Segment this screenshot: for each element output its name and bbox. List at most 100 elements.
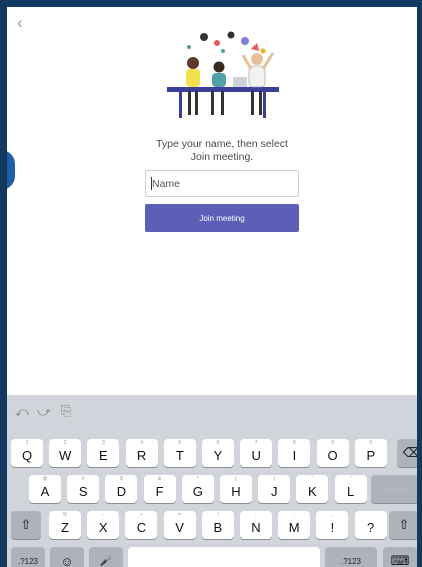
side-tab[interactable] — [7, 150, 15, 190]
key-n[interactable]: ; N — [240, 511, 272, 539]
key-label: P — [366, 448, 376, 463]
key-q[interactable]: 1Q — [11, 439, 43, 467]
key-l[interactable]: " L — [334, 475, 367, 503]
key-secondary-label: & — [157, 476, 162, 482]
emoji-icon: ☺ — [60, 553, 74, 567]
key-label: ? — [366, 520, 375, 535]
key-f[interactable]: & F — [143, 475, 176, 503]
key-secondary-label: 4 — [140, 440, 143, 446]
key-u[interactable]: 7U — [240, 439, 273, 467]
key-label: O — [327, 448, 338, 463]
key-secondary-label: ' — [311, 476, 313, 482]
key-secondary-label: . — [369, 512, 372, 518]
key-secondary-label: 8 — [293, 440, 296, 446]
backspace-key[interactable]: ⌫ — [397, 439, 417, 467]
backspace-icon: ⌫ — [402, 445, 417, 460]
key-label: W — [59, 448, 72, 463]
key-label: X — [98, 520, 108, 535]
name-input[interactable] — [145, 170, 299, 197]
key-secondary-label: ( — [235, 476, 237, 482]
key-o[interactable]: 9O — [316, 439, 349, 467]
key-label: C — [136, 520, 147, 535]
key-t[interactable]: 5T — [163, 439, 196, 467]
shift-key-right[interactable]: ⇧ — [389, 511, 417, 539]
key-c[interactable]: + C — [125, 511, 158, 539]
key-r[interactable]: 4R — [125, 439, 158, 467]
join-meeting-button[interactable]: Join meeting — [145, 204, 299, 232]
key-label: K — [308, 484, 317, 499]
key-question[interactable]: .? — [354, 511, 387, 539]
keyboard-dismiss-key[interactable]: ⌨ — [383, 547, 417, 567]
shift-key-left[interactable]: ⇧ — [11, 511, 41, 539]
key-j[interactable]: ) J — [258, 475, 291, 503]
key-p[interactable]: 0P — [354, 439, 387, 467]
join-instructions: Type your name, then select Join meeting… — [112, 138, 332, 164]
key-e[interactable]: 3E — [87, 439, 120, 467]
key-secondary-label: = — [178, 512, 182, 518]
key-label: U — [251, 448, 261, 463]
key-v[interactable]: = V — [163, 511, 196, 539]
emoji-key[interactable]: ☺ — [50, 547, 84, 567]
key-label: H — [231, 484, 241, 499]
numbers-key-left[interactable]: .?123 — [11, 547, 45, 567]
key-label: R — [136, 448, 147, 463]
key-a[interactable]: @ A — [29, 475, 61, 503]
key-label: I — [292, 448, 297, 463]
key-label: A — [40, 484, 50, 499]
key-y[interactable]: 6Y — [202, 439, 234, 467]
key-d[interactable]: $ D — [105, 475, 138, 503]
key-label: J — [270, 484, 278, 499]
key-label: Y — [213, 448, 223, 463]
key-x[interactable]: -X — [87, 511, 120, 539]
key-label: G — [192, 484, 203, 499]
key-exclaim[interactable]: ,! — [316, 511, 349, 539]
key-label: V — [175, 520, 184, 535]
key-g[interactable]: * G — [181, 475, 214, 503]
key-label: N — [251, 520, 261, 535]
key-secondary-label: # — [81, 476, 85, 482]
space-key[interactable] — [128, 547, 320, 567]
key-s[interactable]: # S — [67, 475, 100, 503]
numbers-key-right[interactable]: .?123 — [325, 547, 377, 567]
key-secondary-label: $ — [120, 476, 123, 482]
microphone-icon: 🎤 — [99, 555, 113, 567]
key-m[interactable]: :M — [278, 511, 311, 539]
key-label: D — [116, 484, 127, 499]
instructions-line-2: Join meeting. — [190, 151, 254, 163]
key-z[interactable]: % Z — [49, 511, 81, 539]
paste-icon[interactable]: ⎘ — [61, 403, 71, 419]
key-secondary-label: 0 — [369, 440, 373, 446]
key-secondary-label: 9 — [331, 440, 334, 446]
instructions-line-1: Type your name, then select — [156, 138, 288, 150]
key-i[interactable]: 8I — [278, 439, 311, 467]
key-secondary-label: 3 — [102, 440, 105, 446]
key-h[interactable]: (H — [220, 475, 252, 503]
key-secondary-label: ) — [273, 476, 276, 482]
key-label: F — [155, 484, 164, 499]
key-secondary-label: 6 — [216, 440, 220, 446]
shift-icon: ⇧ — [20, 517, 32, 532]
key-secondary-label: , — [331, 512, 334, 518]
team-meeting-illustration — [167, 31, 279, 118]
key-secondary-label: : — [293, 512, 295, 518]
key-secondary-label: - — [102, 512, 105, 518]
key-label: ! — [330, 520, 335, 535]
key-label: E — [99, 448, 108, 463]
key-label: L — [346, 484, 355, 499]
chevron-left-icon[interactable]: ‹ — [17, 13, 23, 33]
key-label: M — [288, 520, 300, 535]
key-secondary-label: @ — [42, 476, 48, 482]
key-k[interactable]: ' K — [296, 475, 329, 503]
dictation-key[interactable]: 🎤 — [89, 547, 123, 567]
redo-icon[interactable]: ⤻ — [37, 404, 51, 420]
key-secondary-label: / — [217, 512, 219, 518]
key-secondary-label: + — [139, 512, 143, 518]
undo-icon[interactable]: ⤺ — [15, 404, 29, 420]
return-key[interactable]: return — [371, 475, 417, 503]
key-label: Q — [21, 448, 33, 463]
key-secondary-label: % — [62, 512, 68, 518]
key-label: Z — [61, 520, 69, 535]
key-w[interactable]: 2W — [49, 439, 82, 467]
onscreen-keyboard: ⤺ ⤻ ⎘ 1Q2W3E4R5T6Y7U8I9O0P @ A # S $ D & F * G(H)… — [7, 395, 417, 567]
key-b[interactable]: / B — [201, 511, 234, 539]
